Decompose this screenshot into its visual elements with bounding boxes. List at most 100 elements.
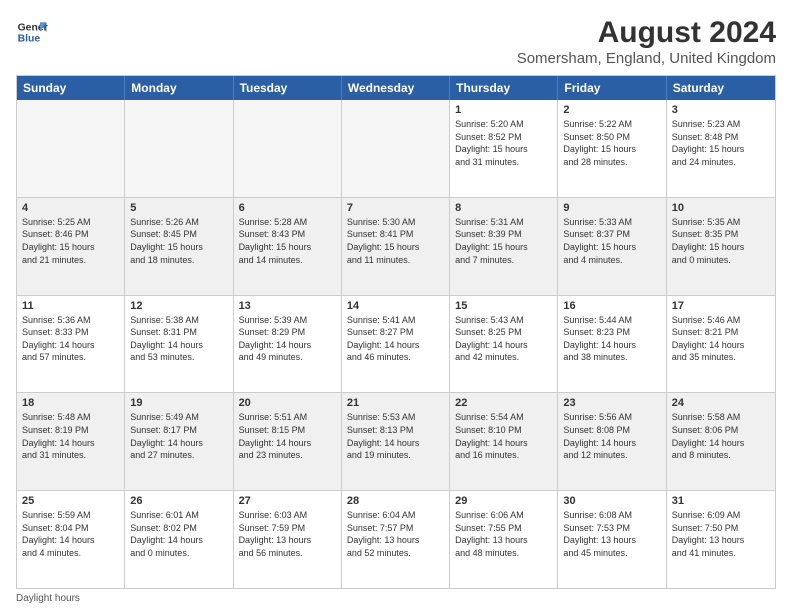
day-info: Sunrise: 5:48 AM Sunset: 8:19 PM Dayligh… <box>22 411 119 461</box>
day-cell-11: 11 Sunrise: 5:36 AM Sunset: 8:33 PM Dayli… <box>17 296 125 393</box>
day-number: 24 <box>672 397 770 409</box>
day-cell-7: 7 Sunrise: 5:30 AM Sunset: 8:41 PM Daylig… <box>342 198 450 295</box>
header: General Blue August 2024 Somersham, Engl… <box>16 16 776 67</box>
day-cell-25: 25 Sunrise: 5:59 AM Sunset: 8:04 PM Dayli… <box>17 491 125 588</box>
day-info: Sunrise: 5:43 AM Sunset: 8:25 PM Dayligh… <box>455 314 552 364</box>
day-cell-22: 22 Sunrise: 5:54 AM Sunset: 8:10 PM Dayli… <box>450 393 558 490</box>
day-cell-8: 8Sunrise: 5:31 AM Sunset: 8:39 PM Daylig… <box>450 198 558 295</box>
day-number: 31 <box>672 495 770 507</box>
day-cell-2: 2 Sunrise: 5:22 AM Sunset: 8:50 PM Daylig… <box>558 100 666 197</box>
day-cell-6: 6 Sunrise: 5:28 AM Sunset: 8:43 PM Daylig… <box>234 198 342 295</box>
day-info: Sunrise: 5:44 AM Sunset: 8:23 PM Dayligh… <box>563 314 660 364</box>
logo-icon: General Blue <box>16 16 48 48</box>
day-number: 17 <box>672 300 770 312</box>
day-info: Sunrise: 5:56 AM Sunset: 8:08 PM Dayligh… <box>563 411 660 461</box>
day-number: 15 <box>455 300 552 312</box>
calendar: SundayMondayTuesdayWednesdayThursdayFrid… <box>16 75 776 589</box>
day-cell-20: 20Sunrise: 5:51 AM Sunset: 8:15 PM Dayli… <box>234 393 342 490</box>
week-row-3: 18 Sunrise: 5:48 AM Sunset: 8:19 PM Dayli… <box>17 393 775 491</box>
day-cell-13: 13 Sunrise: 5:39 AM Sunset: 8:29 PM Dayli… <box>234 296 342 393</box>
day-cell-14: 14 Sunrise: 5:41 AM Sunset: 8:27 PM Dayli… <box>342 296 450 393</box>
day-info: Sunrise: 5:30 AM Sunset: 8:41 PM Dayligh… <box>347 216 444 266</box>
day-number: 18 <box>22 397 119 409</box>
day-cell-30: 30 Sunrise: 6:08 AM Sunset: 7:53 PM Dayli… <box>558 491 666 588</box>
day-cell-4: 4 Sunrise: 5:25 AM Sunset: 8:46 PM Daylig… <box>17 198 125 295</box>
day-info: Sunrise: 5:53 AM Sunset: 8:13 PM Dayligh… <box>347 411 444 461</box>
day-cell-17: 17 Sunrise: 5:46 AM Sunset: 8:21 PM Dayli… <box>667 296 775 393</box>
empty-cell <box>342 100 450 197</box>
title-area: August 2024 Somersham, England, United K… <box>517 16 776 67</box>
day-number: 12 <box>130 300 227 312</box>
day-number: 27 <box>239 495 336 507</box>
day-cell-18: 18 Sunrise: 5:48 AM Sunset: 8:19 PM Dayli… <box>17 393 125 490</box>
day-info: Sunrise: 5:59 AM Sunset: 8:04 PM Dayligh… <box>22 509 119 559</box>
day-info: Sunrise: 5:46 AM Sunset: 8:21 PM Dayligh… <box>672 314 770 364</box>
day-info: Sunrise: 5:41 AM Sunset: 8:27 PM Dayligh… <box>347 314 444 364</box>
day-info: Sunrise: 5:54 AM Sunset: 8:10 PM Dayligh… <box>455 411 552 461</box>
day-cell-12: 12Sunrise: 5:38 AM Sunset: 8:31 PM Dayli… <box>125 296 233 393</box>
day-number: 1 <box>455 104 552 116</box>
day-cell-15: 15 Sunrise: 5:43 AM Sunset: 8:25 PM Dayli… <box>450 296 558 393</box>
week-row-0: 1 Sunrise: 5:20 AM Sunset: 8:52 PM Daylig… <box>17 100 775 198</box>
day-number: 30 <box>563 495 660 507</box>
day-info: Sunrise: 5:28 AM Sunset: 8:43 PM Dayligh… <box>239 216 336 266</box>
day-header-monday: Monday <box>125 76 233 100</box>
day-cell-26: 26 Sunrise: 6:01 AM Sunset: 8:02 PM Dayli… <box>125 491 233 588</box>
day-header-friday: Friday <box>558 76 666 100</box>
day-info: Sunrise: 5:31 AM Sunset: 8:39 PM Dayligh… <box>455 216 552 266</box>
day-number: 2 <box>563 104 660 116</box>
day-info: Sunrise: 5:25 AM Sunset: 8:46 PM Dayligh… <box>22 216 119 266</box>
day-cell-31: 31 Sunrise: 6:09 AM Sunset: 7:50 PM Dayli… <box>667 491 775 588</box>
day-number: 22 <box>455 397 552 409</box>
day-header-wednesday: Wednesday <box>342 76 450 100</box>
day-number: 26 <box>130 495 227 507</box>
day-number: 6 <box>239 202 336 214</box>
logo: General Blue <box>16 16 48 48</box>
week-row-2: 11 Sunrise: 5:36 AM Sunset: 8:33 PM Dayli… <box>17 296 775 394</box>
day-number: 4 <box>22 202 119 214</box>
day-number: 3 <box>672 104 770 116</box>
day-cell-21: 21Sunrise: 5:53 AM Sunset: 8:13 PM Dayli… <box>342 393 450 490</box>
day-cell-1: 1 Sunrise: 5:20 AM Sunset: 8:52 PM Daylig… <box>450 100 558 197</box>
day-info: Sunrise: 5:20 AM Sunset: 8:52 PM Dayligh… <box>455 118 552 168</box>
day-cell-16: 16Sunrise: 5:44 AM Sunset: 8:23 PM Dayli… <box>558 296 666 393</box>
day-info: Sunrise: 5:35 AM Sunset: 8:35 PM Dayligh… <box>672 216 770 266</box>
day-number: 14 <box>347 300 444 312</box>
day-info: Sunrise: 5:33 AM Sunset: 8:37 PM Dayligh… <box>563 216 660 266</box>
day-info: Sunrise: 6:08 AM Sunset: 7:53 PM Dayligh… <box>563 509 660 559</box>
week-row-1: 4 Sunrise: 5:25 AM Sunset: 8:46 PM Daylig… <box>17 198 775 296</box>
day-number: 25 <box>22 495 119 507</box>
day-info: Sunrise: 6:01 AM Sunset: 8:02 PM Dayligh… <box>130 509 227 559</box>
day-cell-3: 3Sunrise: 5:23 AM Sunset: 8:48 PM Daylig… <box>667 100 775 197</box>
day-info: Sunrise: 5:36 AM Sunset: 8:33 PM Dayligh… <box>22 314 119 364</box>
day-number: 13 <box>239 300 336 312</box>
day-info: Sunrise: 5:58 AM Sunset: 8:06 PM Dayligh… <box>672 411 770 461</box>
day-info: Sunrise: 6:09 AM Sunset: 7:50 PM Dayligh… <box>672 509 770 559</box>
day-cell-29: 29Sunrise: 6:06 AM Sunset: 7:55 PM Dayli… <box>450 491 558 588</box>
day-cell-23: 23Sunrise: 5:56 AM Sunset: 8:08 PM Dayli… <box>558 393 666 490</box>
day-number: 29 <box>455 495 552 507</box>
page: General Blue August 2024 Somersham, Engl… <box>0 0 792 612</box>
main-title: August 2024 <box>517 16 776 50</box>
svg-text:Blue: Blue <box>18 34 41 45</box>
day-number: 7 <box>347 202 444 214</box>
empty-cell <box>234 100 342 197</box>
day-cell-19: 19Sunrise: 5:49 AM Sunset: 8:17 PM Dayli… <box>125 393 233 490</box>
day-info: Sunrise: 5:49 AM Sunset: 8:17 PM Dayligh… <box>130 411 227 461</box>
day-cell-9: 9 Sunrise: 5:33 AM Sunset: 8:37 PM Daylig… <box>558 198 666 295</box>
day-cell-27: 27 Sunrise: 6:03 AM Sunset: 7:59 PM Dayli… <box>234 491 342 588</box>
day-info: Sunrise: 5:39 AM Sunset: 8:29 PM Dayligh… <box>239 314 336 364</box>
day-header-saturday: Saturday <box>667 76 775 100</box>
footer-note: Daylight hours <box>16 593 776 604</box>
day-number: 28 <box>347 495 444 507</box>
day-number: 20 <box>239 397 336 409</box>
day-header-sunday: Sunday <box>17 76 125 100</box>
day-number: 5 <box>130 202 227 214</box>
day-info: Sunrise: 5:22 AM Sunset: 8:50 PM Dayligh… <box>563 118 660 168</box>
day-cell-24: 24 Sunrise: 5:58 AM Sunset: 8:06 PM Dayli… <box>667 393 775 490</box>
empty-cell <box>125 100 233 197</box>
day-info: Sunrise: 6:03 AM Sunset: 7:59 PM Dayligh… <box>239 509 336 559</box>
day-number: 9 <box>563 202 660 214</box>
day-number: 11 <box>22 300 119 312</box>
week-row-4: 25 Sunrise: 5:59 AM Sunset: 8:04 PM Dayli… <box>17 491 775 588</box>
